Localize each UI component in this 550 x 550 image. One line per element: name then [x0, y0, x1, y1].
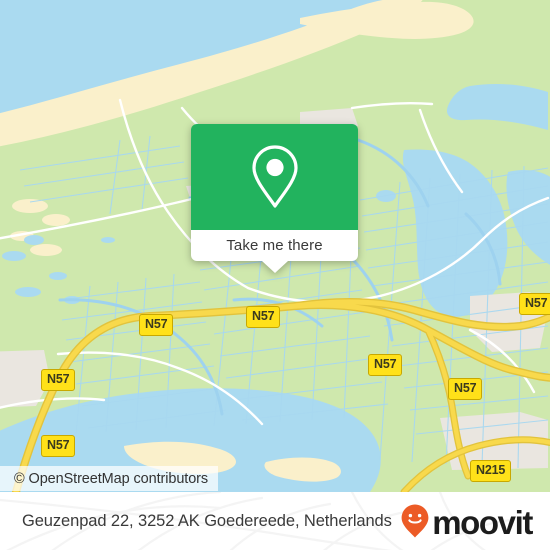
popup-pointer — [261, 261, 288, 273]
footer-content: Geuzenpad 22, 3252 AK Goedereede, Nether… — [0, 492, 550, 550]
moovit-smiley-pin-icon — [401, 504, 429, 538]
take-me-there-button[interactable]: Take me there — [191, 230, 358, 261]
moovit-wordmark: moovit — [432, 503, 533, 541]
map-canvas[interactable]: N57 N57 N57 N57 N57 N57 N57 N215 © OpenS… — [0, 0, 550, 492]
location-popup[interactable]: Take me there — [191, 124, 358, 273]
road-shield-n57: N57 — [41, 369, 76, 391]
address-label: Geuzenpad 22, 3252 AK Goedereede, Nether… — [22, 511, 392, 530]
footer-bar: Geuzenpad 22, 3252 AK Goedereede, Nether… — [0, 492, 550, 550]
osm-attribution-label: © OpenStreetMap contributors — [14, 470, 209, 487]
road-shield-n57: N57 — [519, 293, 550, 315]
moovit-logo[interactable]: moovit — [400, 503, 533, 541]
map-pin-icon — [251, 145, 298, 208]
popup-body — [191, 124, 358, 230]
road-shield-n57: N57 — [448, 378, 483, 400]
moovit-map-screenshot: N57 N57 N57 N57 N57 N57 N57 N215 © OpenS… — [0, 0, 550, 550]
road-shield-n57: N57 — [246, 306, 281, 328]
road-shield-n215: N215 — [470, 460, 512, 482]
road-shield-n57: N57 — [368, 354, 403, 376]
road-shield-n57: N57 — [139, 314, 174, 336]
road-shield-n57: N57 — [41, 435, 76, 457]
osm-attribution[interactable]: © OpenStreetMap contributors — [0, 466, 219, 491]
take-me-there-label: Take me there — [226, 237, 323, 254]
